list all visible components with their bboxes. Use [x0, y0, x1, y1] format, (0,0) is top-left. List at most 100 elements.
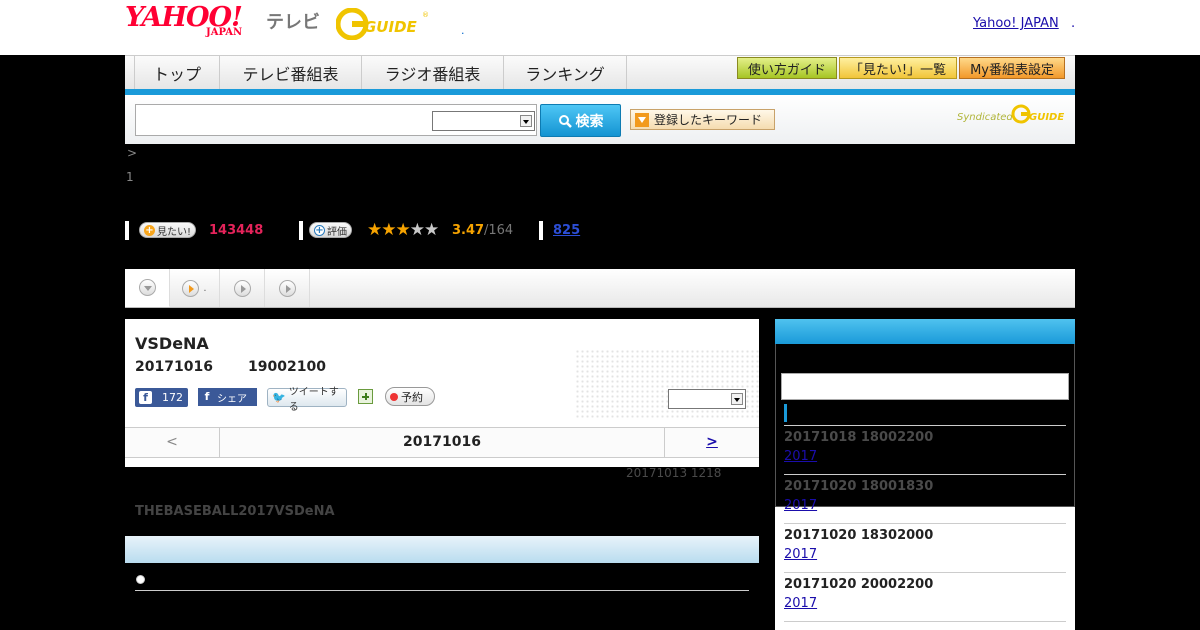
breadcrumb: > [127, 146, 138, 160]
nav-tab-tv-listings[interactable]: テレビ番組表 [219, 56, 361, 90]
rate-button-label: 評価 [327, 226, 347, 238]
chevron-down-icon [520, 115, 532, 127]
site-header: YAHOO! JAPAN テレビ GUIDE ® . Yahoo! JAPAN … [0, 0, 1200, 55]
program-date: 20171016 [135, 359, 213, 375]
divider [784, 425, 1066, 426]
breadcrumb-number: 1 [126, 170, 134, 184]
gguide-logo[interactable]: GUIDE ® [336, 8, 428, 40]
star-icon: ★ [395, 220, 411, 240]
stat-divider [299, 221, 303, 240]
stat-divider [125, 221, 129, 240]
search-button[interactable]: 検索 [540, 104, 621, 137]
tweet-label: ツイートする [288, 386, 339, 413]
search-bar: 検索 登録したキーワード Syndicated GUIDE [125, 95, 1075, 144]
plus-icon: + [144, 224, 155, 236]
tab-related-2[interactable] [220, 269, 265, 307]
nav-tab-ranking[interactable]: ランキング [503, 56, 627, 90]
divider [784, 474, 1066, 475]
tv-logo-text: テレビ [266, 12, 320, 33]
divider [784, 523, 1066, 524]
broadcast-select[interactable] [668, 389, 746, 409]
facebook-like-button[interactable]: f 172 [135, 388, 188, 407]
pager-date: 20171016 [403, 434, 481, 450]
review-count-link[interactable]: 825 [553, 223, 580, 238]
want-button-label: 見たい! [157, 226, 192, 238]
program-time: 19002100 [248, 359, 326, 375]
facebook-share-button[interactable]: f シェア [198, 388, 257, 406]
facebook-icon: f [139, 391, 152, 404]
sidebar-item-date: 20171018 18002200 [784, 430, 934, 445]
reserve-button[interactable]: 予約 [385, 387, 435, 406]
bullet-icon [136, 575, 145, 584]
sidebar-list-area [775, 507, 1075, 630]
play-icon [278, 279, 296, 297]
search-category-select[interactable] [432, 111, 535, 131]
program-tab-strip: . [125, 269, 1075, 308]
search-input[interactable] [140, 106, 420, 134]
rate-button[interactable]: + 評価 [309, 222, 352, 238]
syndicated-gguide-logo: GUIDE [1011, 104, 1064, 124]
header-dot: . [461, 24, 465, 37]
divider [784, 572, 1066, 573]
chevron-down-icon [731, 393, 743, 405]
search-icon [558, 114, 572, 128]
sidebar-header [775, 319, 1075, 344]
sidebar-item-date: 20171020 20002200 [784, 577, 934, 592]
play-icon [182, 279, 200, 297]
sidebar-item-link[interactable]: 2017 [784, 547, 817, 562]
tweet-button[interactable]: 🐦 ツイートする [267, 387, 347, 413]
plus-icon: + [314, 224, 325, 236]
chevron-down-icon [138, 279, 156, 296]
sidebar-input[interactable] [781, 373, 1069, 400]
facebook-like-count: 172 [162, 391, 183, 404]
rating-stars: ★★★★★ [367, 220, 439, 240]
stat-divider [539, 221, 543, 240]
star-icon: ★ [367, 220, 382, 240]
dropdown-arrow-icon [635, 112, 649, 127]
rating-value: 3.47 [452, 223, 485, 238]
saved-keywords-button[interactable]: 登録したキーワード [630, 109, 775, 130]
program-title: VSDeNA [135, 334, 209, 353]
yahoo-japan-link[interactable]: Yahoo! JAPAN [973, 16, 1059, 31]
my-listings-settings-button[interactable]: My番組表設定 [959, 57, 1065, 79]
want-button[interactable]: + 見たい! [139, 222, 197, 238]
rating-count: /164 [484, 223, 514, 238]
sidebar-item-link[interactable]: 2017 [784, 449, 817, 464]
sidebar-item-link[interactable]: 2017 [784, 498, 817, 513]
record-dot-icon [390, 392, 398, 401]
guide-button[interactable]: 使い方ガイド [736, 57, 837, 79]
nav-tab-radio-listings[interactable]: ラジオ番組表 [361, 56, 503, 90]
sidebar-item-link[interactable]: 2017 [784, 596, 817, 611]
reserve-label: 予約 [401, 390, 423, 404]
divider [135, 590, 749, 591]
date-pager: < 20171016 > [125, 427, 759, 458]
pager-prev[interactable]: < [125, 428, 220, 457]
svg-text:GUIDE: GUIDE [364, 18, 418, 36]
search-button-label: 検索 [575, 113, 604, 130]
want-count: 143448 [209, 223, 264, 238]
updated-timestamp: 20171013 1218 [626, 466, 722, 480]
section-header-bar [125, 536, 759, 563]
want-list-button[interactable]: 「見たい!」一覧 [838, 57, 958, 79]
sidebar-item-date: 20171020 18001830 [784, 479, 934, 494]
play-icon [233, 279, 251, 297]
pager-next[interactable]: > [664, 428, 759, 457]
tab-related-3[interactable] [265, 269, 310, 307]
main-nav: トップ テレビ番組表 ラジオ番組表 ランキング 使い方ガイド 「見たい!」一覧 … [125, 55, 1075, 92]
svg-text:®: ® [422, 11, 428, 19]
nav-tab-top[interactable]: トップ [134, 56, 219, 90]
sidebar-section-marker [784, 404, 787, 422]
tab-program-info[interactable] [125, 269, 170, 307]
svg-text:GUIDE: GUIDE [1029, 112, 1064, 123]
tab-dot: . [203, 282, 207, 294]
facebook-share-label: シェア [217, 393, 247, 405]
facebook-icon: f [204, 390, 210, 403]
tab-related-1[interactable]: . [170, 269, 220, 307]
sidebar-item-date: 20171020 18302000 [784, 528, 934, 543]
saved-keywords-label: 登録したキーワード [654, 113, 763, 127]
star-icon: ★ [381, 220, 396, 240]
star-icon: ★ [409, 220, 425, 240]
twitter-bird-icon: 🐦 [272, 391, 286, 404]
yahoo-japan-link-tail: . [1071, 16, 1076, 31]
add-calendar-icon[interactable] [358, 389, 373, 404]
